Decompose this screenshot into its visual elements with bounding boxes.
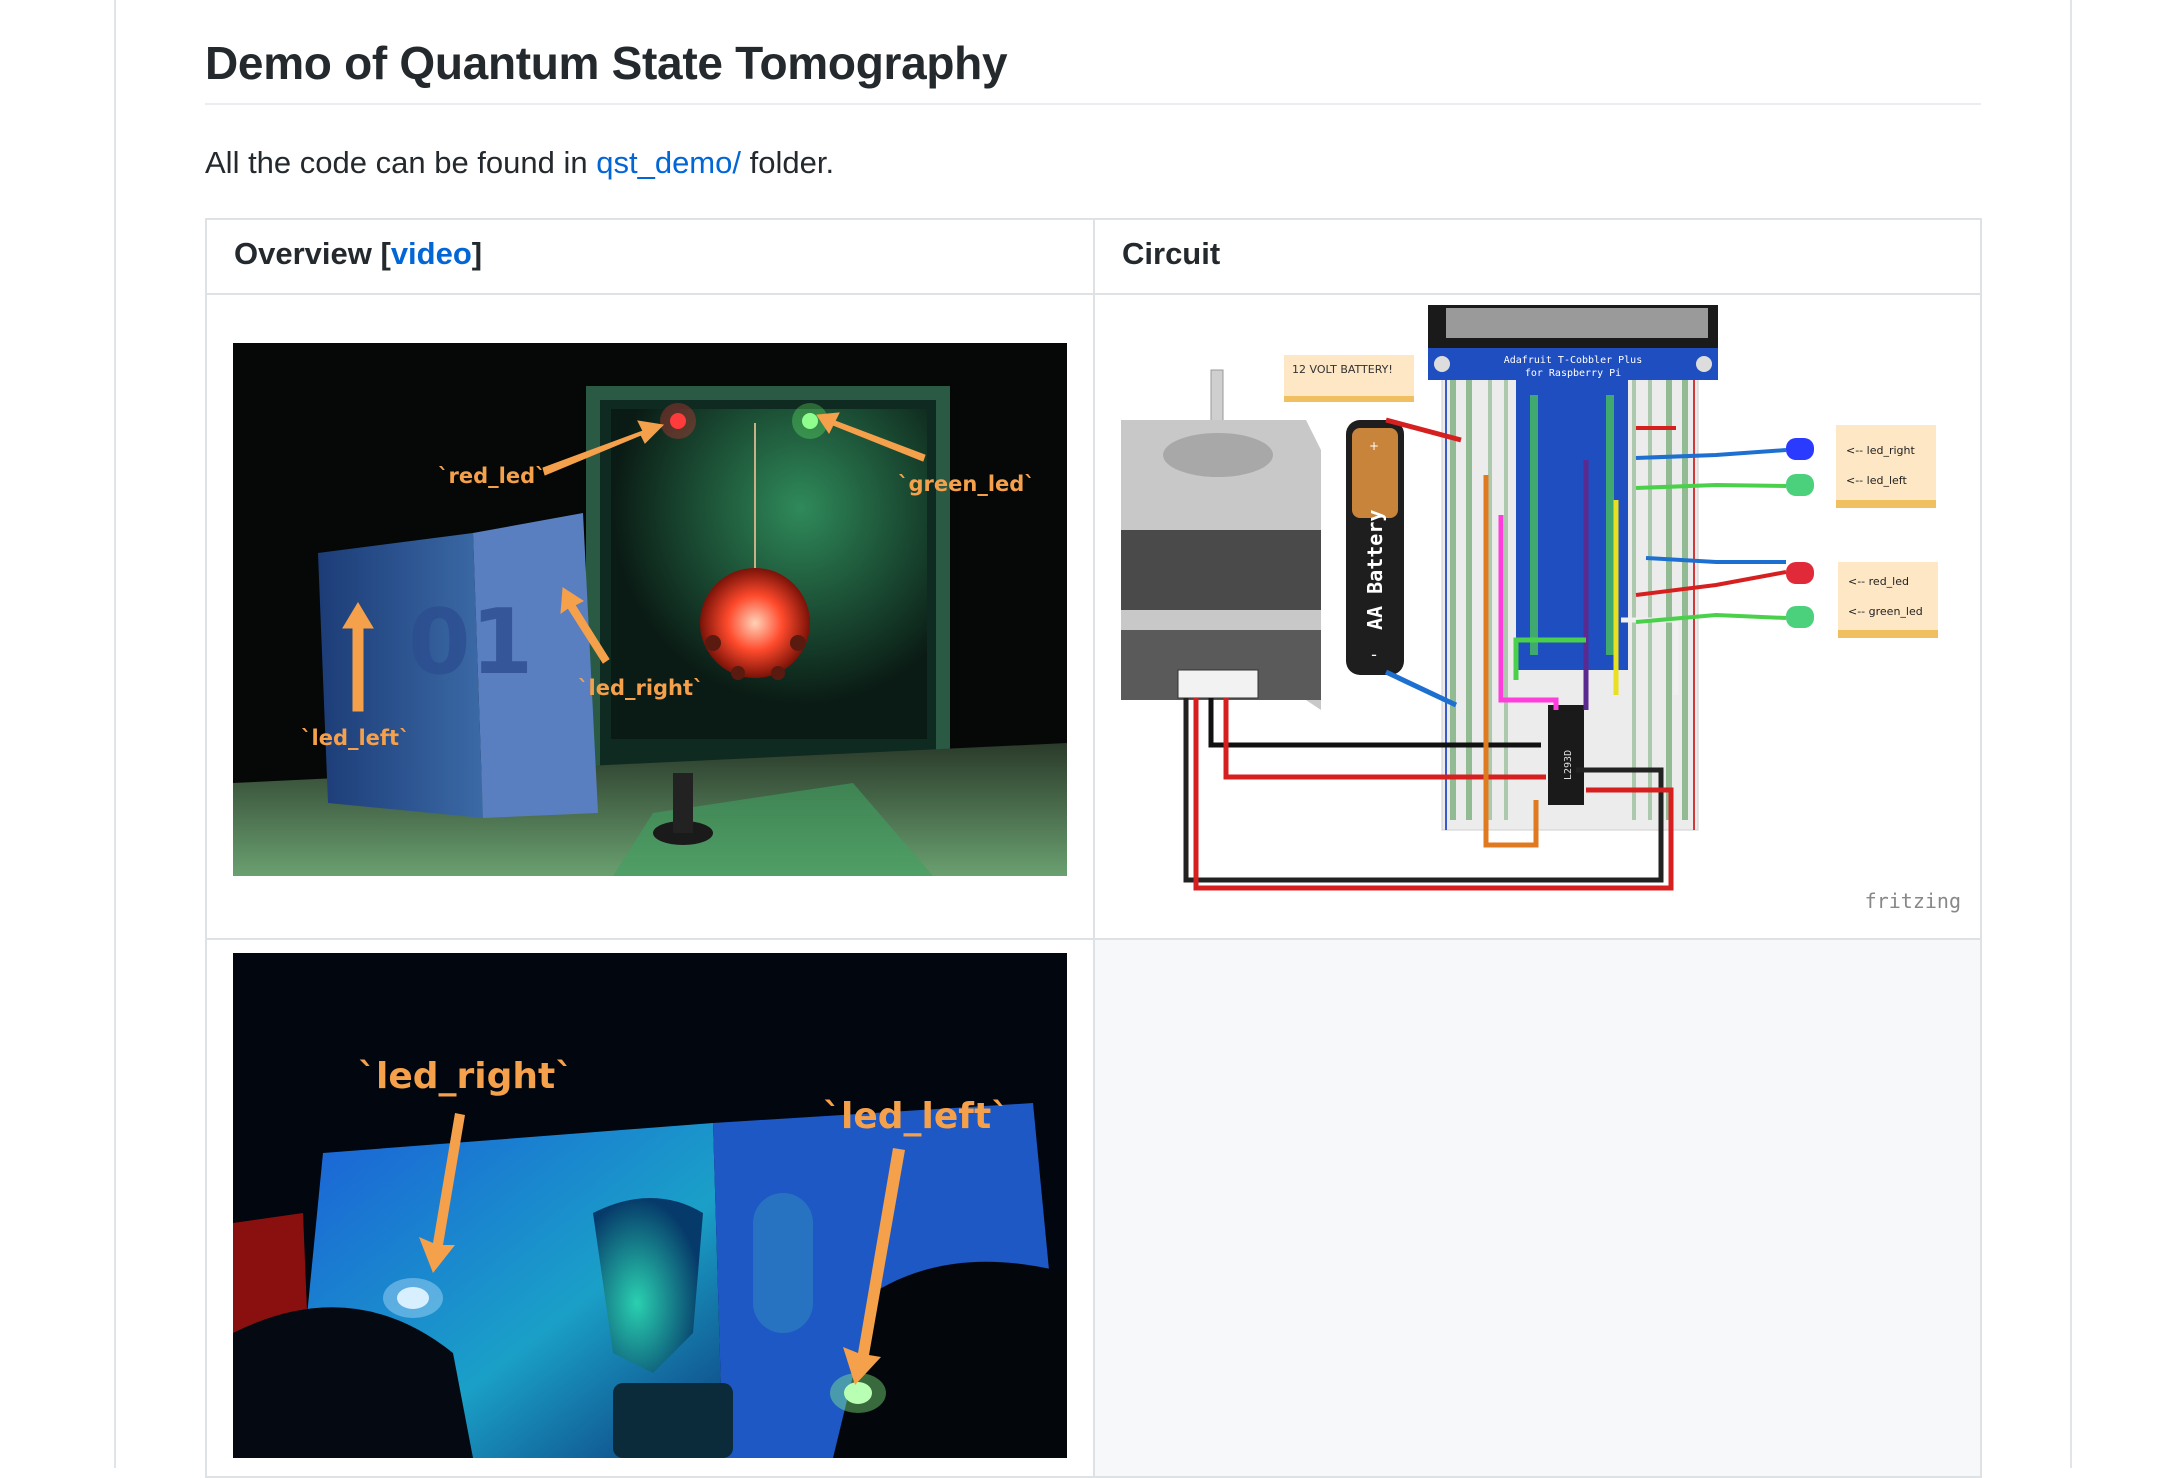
qst-demo-link[interactable]: qst_demo/ — [596, 145, 741, 180]
led-closeup-photo-image: `led_right` `led_left` — [233, 953, 1067, 1458]
circuit-diagram-image: Adafruit T-Cobbler Plus for Raspberry Pi… — [1121, 305, 1961, 913]
green-led-label: `green_led` — [898, 472, 1035, 496]
led-left-label: `led_left` — [301, 726, 410, 750]
note-red-led: <-- red_led — [1848, 575, 1909, 588]
aa-battery-label: AA Battery — [1363, 510, 1387, 630]
battery-note: 12 VOLT BATTERY! — [1292, 363, 1393, 376]
circuit-diagram: Adafruit T-Cobbler Plus for Raspberry Pi… — [1116, 300, 1971, 920]
page-title: Demo of Quantum State Tomography — [205, 37, 1008, 89]
red-led-label: `red_led` — [438, 464, 546, 488]
overview-photo: 01 `red_led` `green_led` `led_left` `led… — [233, 343, 1067, 876]
led-right-label-2: `led_right` — [358, 1056, 573, 1097]
battery-plus: + — [1369, 439, 1379, 453]
ic-label: L293D — [1563, 750, 1574, 780]
overview-header-suffix: ] — [471, 236, 483, 271]
circuit-header: Circuit — [1122, 236, 1221, 271]
video-link[interactable]: video — [391, 236, 472, 271]
intro-suffix: folder. — [741, 145, 835, 180]
svg-text:01: 01 — [408, 590, 533, 695]
title-divider — [205, 103, 1981, 105]
led-right-label: `led_right` — [578, 676, 704, 700]
note-green-led: <-- green_led — [1848, 605, 1923, 618]
overview-header: Overview [video] — [234, 236, 482, 272]
note-led-left: <-- led_left — [1846, 474, 1907, 487]
cobbler-title-2: for Raspberry Pi — [1525, 368, 1621, 379]
intro-paragraph: All the code can be found in qst_demo/ f… — [205, 140, 834, 186]
led-closeup-photo: `led_right` `led_left` — [233, 953, 1067, 1458]
overview-photo-image: 01 `red_led` `green_led` `led_left` `led… — [233, 343, 1067, 876]
note-led-right: <-- led_right — [1846, 444, 1915, 457]
intro-prefix: All the code can be found in — [205, 145, 597, 180]
empty-table-cell — [1095, 940, 1980, 1476]
led-left-label-2: `led_left` — [823, 1096, 1009, 1137]
cobbler-title-1: Adafruit T-Cobbler Plus — [1504, 355, 1642, 366]
overview-header-prefix: Overview [ — [234, 236, 391, 271]
battery-minus: - — [1371, 645, 1377, 664]
fritzing-logo: fritzing — [1865, 889, 1961, 913]
